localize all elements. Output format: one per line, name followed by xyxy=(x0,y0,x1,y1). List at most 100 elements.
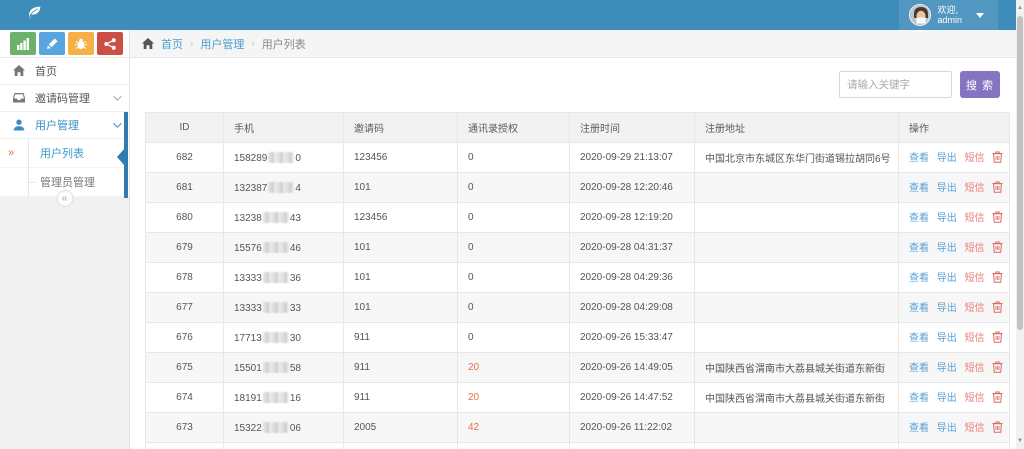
chart-shortcut-button[interactable] xyxy=(10,32,36,55)
sms-link[interactable]: 短信 xyxy=(965,153,985,164)
cell-reg-addr xyxy=(695,173,899,203)
view-link[interactable]: 查看 xyxy=(909,423,929,434)
cell-contacts-auth: 0 xyxy=(458,203,570,233)
view-link[interactable]: 查看 xyxy=(909,213,929,224)
bug-shortcut-button[interactable] xyxy=(68,32,94,55)
phone-prefix: 15322 xyxy=(234,423,262,434)
sms-link[interactable]: 短信 xyxy=(965,243,985,254)
sms-link[interactable]: 短信 xyxy=(965,273,985,284)
export-link[interactable]: 导出 xyxy=(937,243,957,254)
search-button[interactable]: 搜 索 xyxy=(960,71,1000,98)
view-link[interactable]: 查看 xyxy=(909,243,929,254)
trash-icon[interactable] xyxy=(992,151,1003,166)
trash-icon[interactable] xyxy=(992,271,1003,286)
export-link[interactable]: 导出 xyxy=(937,423,957,434)
breadcrumb-home-link[interactable]: 首页 xyxy=(161,36,183,52)
trash-icon[interactable] xyxy=(992,241,1003,256)
cell-phone: 1333336 xyxy=(224,263,344,293)
scroll-down-icon[interactable]: ▼ xyxy=(1016,436,1024,446)
cell-reg-time: 2020-09-29 21:13:07 xyxy=(570,143,695,173)
phone-blur-mask xyxy=(263,422,289,433)
cell-phone: 1323874 xyxy=(224,173,344,203)
sms-link[interactable]: 短信 xyxy=(965,183,985,194)
cell-reg-time: 2020-09-26 14:47:52 xyxy=(570,383,695,413)
trash-icon[interactable] xyxy=(992,181,1003,196)
cell-invite-code: 101 xyxy=(344,233,458,263)
sms-link[interactable]: 短信 xyxy=(965,303,985,314)
breadcrumb: 首页 › 用户管理 › 用户列表 xyxy=(130,30,1016,58)
phone-suffix: 16 xyxy=(290,393,301,404)
tree-line xyxy=(28,139,29,167)
view-link[interactable]: 查看 xyxy=(909,183,929,194)
scroll-up-icon[interactable]: ▲ xyxy=(1016,3,1024,13)
table-row: 680 1323843 123456 0 2020-09-28 12:19:20… xyxy=(146,203,1010,233)
cell-phone: 1878566 xyxy=(224,443,344,449)
export-link[interactable]: 导出 xyxy=(937,183,957,194)
export-link[interactable]: 导出 xyxy=(937,153,957,164)
user-menu[interactable]: 欢迎, admin xyxy=(899,0,998,30)
cell-invite-code: 538888 xyxy=(344,443,458,449)
table-row: 676 1771330 911 0 2020-09-26 15:33:47 查看… xyxy=(146,323,1010,353)
share-shortcut-button[interactable] xyxy=(97,32,123,55)
cell-reg-time: 2020-09-28 04:29:08 xyxy=(570,293,695,323)
phone-prefix: 13333 xyxy=(234,273,262,284)
cell-actions: 查看 导出 短信 xyxy=(899,263,1010,293)
sms-link[interactable]: 短信 xyxy=(965,363,985,374)
trash-icon[interactable] xyxy=(992,391,1003,406)
sidebar-item-user-mgmt[interactable]: 用户管理 xyxy=(0,112,129,139)
trash-icon[interactable] xyxy=(992,211,1003,226)
cell-id: 682 xyxy=(146,143,224,173)
view-link[interactable]: 查看 xyxy=(909,153,929,164)
cell-reg-addr xyxy=(695,293,899,323)
pencil-shortcut-button[interactable] xyxy=(39,32,65,55)
view-link[interactable]: 查看 xyxy=(909,333,929,344)
view-link[interactable]: 查看 xyxy=(909,393,929,404)
cell-invite-code: 2005 xyxy=(344,413,458,443)
sms-link[interactable]: 短信 xyxy=(965,333,985,344)
sidebar-menu: 首页 邀请码管理 用户管理 xyxy=(0,58,129,198)
cell-id: 675 xyxy=(146,353,224,383)
sms-link[interactable]: 短信 xyxy=(965,213,985,224)
cell-contacts-auth: 0 xyxy=(458,263,570,293)
col-header-reg-time: 注册时间 xyxy=(570,113,695,143)
export-link[interactable]: 导出 xyxy=(937,333,957,344)
table-row: 674 1819116 911 20 2020-09-26 14:47:52 中… xyxy=(146,383,1010,413)
export-link[interactable]: 导出 xyxy=(937,393,957,404)
sidebar-item-user-list[interactable]: » 用户列表 xyxy=(0,139,129,168)
search-input[interactable] xyxy=(839,71,952,98)
view-link[interactable]: 查看 xyxy=(909,273,929,284)
view-link[interactable]: 查看 xyxy=(909,363,929,374)
sms-link[interactable]: 短信 xyxy=(965,423,985,434)
cell-reg-time: 2020-09-28 12:19:20 xyxy=(570,203,695,233)
cell-actions: 查看 导出 短信 xyxy=(899,293,1010,323)
scrollbar-thumb[interactable] xyxy=(1017,16,1023,330)
sidebar-item-invite-mgmt[interactable]: 邀请码管理 xyxy=(0,85,129,112)
sidebar-item-home[interactable]: 首页 xyxy=(0,58,129,85)
trash-icon[interactable] xyxy=(992,421,1003,436)
cell-reg-addr: 中国贵州省黔西南布依族苗族自治州兴仁市波阳镇 xyxy=(695,443,899,449)
phone-blur-mask xyxy=(263,272,289,283)
table-row: 678 1333336 101 0 2020-09-28 04:29:36 查看… xyxy=(146,263,1010,293)
cell-actions: 查看 导出 短信 xyxy=(899,323,1010,353)
phone-blur-mask xyxy=(268,182,294,193)
trash-icon[interactable] xyxy=(992,361,1003,376)
sidebar-collapse-button[interactable]: « xyxy=(56,190,73,207)
sms-link[interactable]: 短信 xyxy=(965,393,985,404)
phone-suffix: 33 xyxy=(290,303,301,314)
cell-invite-code: 911 xyxy=(344,383,458,413)
vertical-scrollbar[interactable]: ▲ ▼ xyxy=(1016,0,1024,449)
cell-reg-addr xyxy=(695,263,899,293)
export-link[interactable]: 导出 xyxy=(937,303,957,314)
export-link[interactable]: 导出 xyxy=(937,363,957,374)
phone-prefix: 15501 xyxy=(234,363,262,374)
cell-contacts-auth: 0 xyxy=(458,323,570,353)
export-link[interactable]: 导出 xyxy=(937,273,957,284)
breadcrumb-section-link[interactable]: 用户管理 xyxy=(200,36,244,52)
trash-icon[interactable] xyxy=(992,301,1003,316)
view-link[interactable]: 查看 xyxy=(909,303,929,314)
active-item-arrow xyxy=(117,148,125,166)
phone-prefix: 13238 xyxy=(234,213,262,224)
export-link[interactable]: 导出 xyxy=(937,213,957,224)
trash-icon[interactable] xyxy=(992,331,1003,346)
col-header-phone: 手机 xyxy=(224,113,344,143)
